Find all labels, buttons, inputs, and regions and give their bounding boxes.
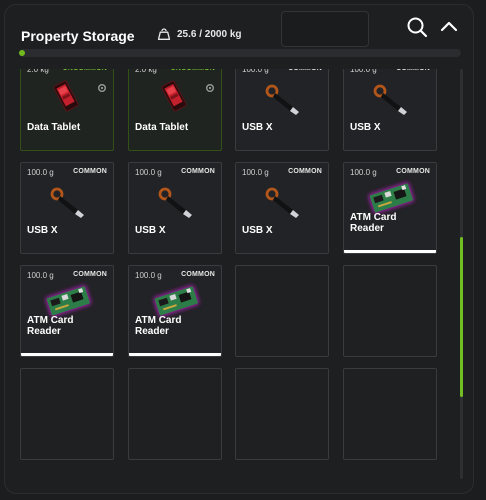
empty-inventory-slot[interactable] xyxy=(20,368,114,460)
inventory-slot[interactable]: 100.0 g COMMON USB X xyxy=(235,162,329,254)
data-tablet-icon xyxy=(159,80,189,117)
item-name: USB X xyxy=(242,122,273,133)
item-weight: 100.0 g xyxy=(350,69,377,74)
item-name: USB X xyxy=(350,122,381,133)
empty-inventory-slot[interactable] xyxy=(235,368,329,460)
property-storage-panel: Property Storage 25.6 / 2000 kg 2.0 kg UN… xyxy=(4,4,474,494)
usb-drive-icon xyxy=(370,82,414,121)
item-quantity-bar xyxy=(344,250,436,253)
search-icon[interactable] xyxy=(405,15,429,39)
weight-text: 25.6 / 2000 kg xyxy=(177,28,242,40)
search-input[interactable] xyxy=(281,11,369,47)
item-weight: 100.0 g xyxy=(242,69,269,74)
usb-drive-icon xyxy=(155,185,199,224)
item-weight: 2.0 kg xyxy=(135,69,157,74)
item-weight: 2.0 kg xyxy=(27,69,49,74)
item-weight: 100.0 g xyxy=(242,168,269,177)
item-weight: 100.0 g xyxy=(350,168,377,177)
inventory-slot[interactable]: 100.0 g COMMON ATM Card Reader xyxy=(20,265,114,357)
usb-drive-icon xyxy=(262,185,306,224)
item-name: Data Tablet xyxy=(27,122,81,133)
storage-title: Property Storage xyxy=(21,28,135,44)
empty-inventory-slot[interactable] xyxy=(343,265,437,357)
inventory-slot[interactable]: 100.0 g COMMON USB X xyxy=(128,162,222,254)
weight-indicator: 25.6 / 2000 kg xyxy=(157,27,242,41)
storage-header: Property Storage 25.6 / 2000 kg xyxy=(5,5,473,67)
inventory-slot[interactable]: 100.0 g COMMON ATM Card Reader xyxy=(343,162,437,254)
gear-icon xyxy=(205,80,215,92)
item-weight: 100.0 g xyxy=(135,168,162,177)
item-rarity: COMMON xyxy=(73,271,107,278)
item-rarity: UNCOMMON xyxy=(171,69,215,72)
item-name: Data Tablet xyxy=(135,122,189,133)
inventory-slot[interactable]: 100.0 g COMMON USB X xyxy=(235,69,329,151)
chevron-up-icon[interactable] xyxy=(439,17,459,37)
weight-icon xyxy=(157,28,171,40)
item-quantity-bar xyxy=(129,353,221,356)
inventory-slot[interactable]: 100.0 g COMMON USB X xyxy=(20,162,114,254)
item-name: ATM Card Reader xyxy=(27,315,74,337)
item-weight: 100.0 g xyxy=(27,271,54,280)
item-rarity: COMMON xyxy=(396,168,430,175)
inventory-slot[interactable]: 2.0 kg UNCOMMON Data Tablet xyxy=(20,69,114,151)
item-rarity: UNCOMMON xyxy=(63,69,107,72)
item-name: ATM Card Reader xyxy=(350,212,397,234)
item-rarity: COMMON xyxy=(396,69,430,72)
empty-inventory-slot[interactable] xyxy=(128,368,222,460)
item-rarity: COMMON xyxy=(288,168,322,175)
scrollbar-thumb[interactable] xyxy=(460,237,463,397)
item-weight: 100.0 g xyxy=(135,271,162,280)
item-name: ATM Card Reader xyxy=(135,315,182,337)
empty-inventory-slot[interactable] xyxy=(235,265,329,357)
item-name: USB X xyxy=(135,225,166,236)
item-rarity: COMMON xyxy=(181,168,215,175)
weight-progress-bar xyxy=(19,49,461,57)
item-rarity: COMMON xyxy=(73,168,107,175)
usb-drive-icon xyxy=(262,82,306,121)
item-name: USB X xyxy=(27,225,58,236)
weight-progress-fill xyxy=(19,50,25,56)
usb-drive-icon xyxy=(47,185,91,224)
item-rarity: COMMON xyxy=(181,271,215,278)
item-name: USB X xyxy=(242,225,273,236)
data-tablet-icon xyxy=(51,80,81,117)
item-rarity: COMMON xyxy=(288,69,322,72)
item-quantity-bar xyxy=(21,353,113,356)
item-weight: 100.0 g xyxy=(27,168,54,177)
inventory-slot[interactable]: 2.0 kg UNCOMMON Data Tablet xyxy=(128,69,222,151)
inventory-slot[interactable]: 100.0 g COMMON USB X xyxy=(343,69,437,151)
scrollbar[interactable] xyxy=(460,69,463,479)
empty-inventory-slot[interactable] xyxy=(343,368,437,460)
gear-icon xyxy=(97,80,107,92)
inventory-slot[interactable]: 100.0 g COMMON ATM Card Reader xyxy=(128,265,222,357)
storage-grid: 2.0 kg UNCOMMON Data Tablet 2.0 kg UNCOMMON D… xyxy=(20,69,452,489)
